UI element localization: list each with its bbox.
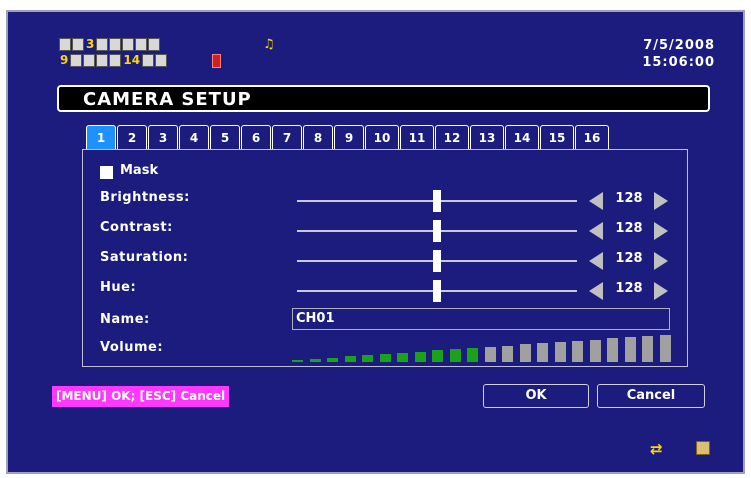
contrast-label: Contrast:	[100, 220, 173, 235]
page-title: CAMERA SETUP	[83, 89, 252, 110]
tab-channel-7[interactable]: 7	[272, 125, 302, 149]
key-hint: [MENU] OK; [ESC] Cancel	[52, 386, 230, 407]
hue-slider-thumb[interactable]	[433, 280, 441, 302]
saturation-value: 128	[615, 251, 643, 266]
brightness-decrease-arrow-icon[interactable]	[589, 192, 603, 210]
channel-box-icon	[142, 54, 155, 67]
channel-box-icon	[155, 54, 168, 67]
hue-value: 128	[615, 281, 643, 296]
date-time: 7/5/2008 15:06:00	[642, 37, 715, 71]
channel-tabs: 1 2 3 4 5 6 7 8 9 10 11 12 13 14 15 16	[86, 125, 610, 149]
usb-icon: ⇄	[650, 440, 663, 458]
volume-bar	[309, 359, 321, 362]
saturation-label: Saturation:	[100, 250, 189, 265]
brightness-value: 128	[615, 191, 643, 206]
alarm-bell-icon: ♫	[263, 37, 275, 52]
hdd-icon	[696, 441, 710, 455]
channel-box-icon	[148, 38, 161, 51]
volume-label: Volume:	[100, 340, 164, 355]
tab-channel-11[interactable]: 11	[400, 125, 434, 149]
volume-bar	[502, 346, 513, 362]
brightness-label: Brightness:	[100, 190, 190, 205]
volume-bar	[624, 337, 636, 362]
saturation-decrease-arrow-icon[interactable]	[589, 252, 603, 270]
tab-channel-10[interactable]: 10	[365, 125, 399, 149]
tab-channel-5[interactable]: 5	[210, 125, 240, 149]
volume-bar	[327, 358, 338, 362]
time-text: 15:06:00	[642, 55, 715, 70]
volume-bar	[484, 347, 496, 362]
channel-active-number: 14	[123, 53, 141, 67]
channel-status-row-1: 3	[59, 37, 161, 51]
hue-increase-arrow-icon[interactable]	[654, 282, 668, 300]
channel-box-icon	[109, 54, 122, 67]
date-text: 7/5/2008	[643, 38, 715, 53]
volume-bar	[589, 340, 601, 362]
tab-channel-8[interactable]: 8	[303, 125, 333, 149]
saturation-slider-thumb[interactable]	[433, 250, 441, 272]
tab-channel-14[interactable]: 14	[505, 125, 539, 149]
channel-status-row-2: 9 14	[59, 53, 168, 67]
tab-channel-13[interactable]: 13	[470, 125, 504, 149]
contrast-value: 128	[615, 221, 643, 236]
tab-channel-16[interactable]: 16	[575, 125, 609, 149]
volume-bar	[344, 356, 356, 362]
volume-bar	[397, 353, 408, 362]
volume-bar	[642, 336, 653, 362]
contrast-decrease-arrow-icon[interactable]	[589, 222, 603, 240]
volume-bar	[292, 360, 303, 362]
channel-box-icon	[109, 38, 122, 51]
name-label: Name:	[100, 312, 150, 327]
title-bar: CAMERA SETUP	[57, 85, 710, 112]
brightness-slider-thumb[interactable]	[433, 190, 441, 212]
volume-bar	[659, 335, 671, 362]
channel-box-icon	[96, 38, 109, 51]
volume-bar	[362, 355, 373, 362]
channel-active-number: 3	[86, 37, 95, 51]
volume-bar	[554, 342, 566, 362]
contrast-increase-arrow-icon[interactable]	[654, 222, 668, 240]
record-indicator	[212, 54, 221, 68]
volume-bar	[379, 354, 391, 362]
ok-button[interactable]: OK	[483, 384, 589, 408]
name-field[interactable]: CH01	[292, 308, 670, 330]
volume-bar	[607, 338, 618, 362]
volume-bar	[449, 349, 461, 362]
channel-box-icon	[122, 38, 135, 51]
brightness-increase-arrow-icon[interactable]	[654, 192, 668, 210]
tab-channel-1[interactable]: 1	[86, 125, 116, 149]
tab-channel-4[interactable]: 4	[179, 125, 209, 149]
volume-bar	[432, 350, 443, 362]
volume-bar	[467, 348, 478, 362]
volume-bar	[572, 341, 583, 362]
volume-bar	[519, 344, 531, 362]
channel-box-icon	[72, 38, 84, 51]
channel-box-icon	[70, 54, 83, 67]
volume-meter[interactable]	[292, 334, 672, 364]
saturation-increase-arrow-icon[interactable]	[654, 252, 668, 270]
channel-box-icon	[83, 54, 96, 67]
tab-channel-3[interactable]: 3	[148, 125, 178, 149]
volume-bar	[414, 352, 426, 362]
tab-channel-6[interactable]: 6	[241, 125, 271, 149]
volume-bar	[537, 343, 548, 362]
tab-channel-9[interactable]: 9	[334, 125, 364, 149]
channel-box-icon	[59, 38, 71, 51]
cancel-button[interactable]: Cancel	[597, 384, 705, 408]
hue-decrease-arrow-icon[interactable]	[589, 282, 603, 300]
channel-active-number: 9	[60, 53, 69, 67]
hue-label: Hue:	[100, 280, 137, 295]
contrast-slider-thumb[interactable]	[433, 220, 441, 242]
channel-box-icon	[96, 54, 109, 67]
tab-channel-15[interactable]: 15	[540, 125, 574, 149]
tab-channel-2[interactable]: 2	[117, 125, 147, 149]
channel-box-icon	[135, 38, 148, 51]
tab-channel-12[interactable]: 12	[435, 125, 469, 149]
mask-label: Mask	[120, 163, 159, 178]
mask-checkbox[interactable]	[100, 166, 113, 179]
